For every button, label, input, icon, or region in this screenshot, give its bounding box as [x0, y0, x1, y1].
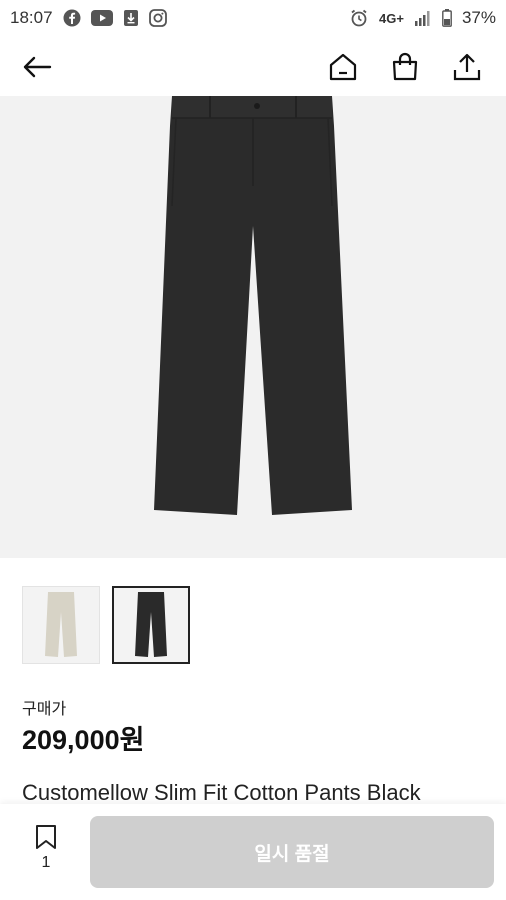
bottom-bar: 1 일시 품절	[0, 804, 506, 900]
download-icon	[123, 9, 139, 27]
thumbnail-black-image	[135, 592, 167, 657]
youtube-icon	[90, 10, 113, 26]
back-arrow-icon	[23, 56, 52, 78]
price-label: 구매가	[22, 701, 67, 718]
status-bar: 18:07 4G+ 37%	[0, 0, 506, 36]
thumbnail-beige-image	[45, 592, 77, 657]
signal-icon	[414, 9, 432, 27]
product-image[interactable]	[0, 96, 506, 558]
bookmark-count: 1	[41, 854, 51, 871]
status-time: 18:07	[10, 8, 53, 27]
bookmark-button[interactable]: 1	[22, 824, 70, 884]
share-icon	[453, 53, 481, 81]
instagram-icon	[148, 9, 167, 27]
network-label: 4G+	[379, 10, 404, 26]
price: 209,000원	[22, 725, 145, 755]
facebook-icon	[63, 9, 81, 27]
cart-button[interactable]	[386, 48, 424, 86]
shopping-bag-icon	[392, 52, 418, 81]
thumbnail-beige[interactable]	[22, 586, 100, 664]
pants-image	[154, 96, 352, 515]
app-bar	[0, 36, 506, 96]
status-right: 4G+ 37%	[349, 8, 496, 28]
thumbnail-list	[22, 586, 190, 664]
back-button[interactable]	[18, 48, 56, 86]
home-icon	[329, 53, 357, 81]
status-left: 18:07	[10, 8, 167, 28]
battery-percent: 37%	[461, 8, 496, 27]
bookmark-icon	[36, 825, 56, 849]
product-title: Customellow Slim Fit Cotton Pants Black	[22, 780, 421, 805]
thumbnail-black[interactable]	[112, 586, 190, 664]
share-button[interactable]	[448, 48, 486, 86]
alarm-icon	[349, 8, 369, 28]
home-button[interactable]	[324, 48, 362, 86]
battery-icon	[442, 9, 452, 27]
soldout-button[interactable]: 일시 품절	[90, 816, 494, 888]
